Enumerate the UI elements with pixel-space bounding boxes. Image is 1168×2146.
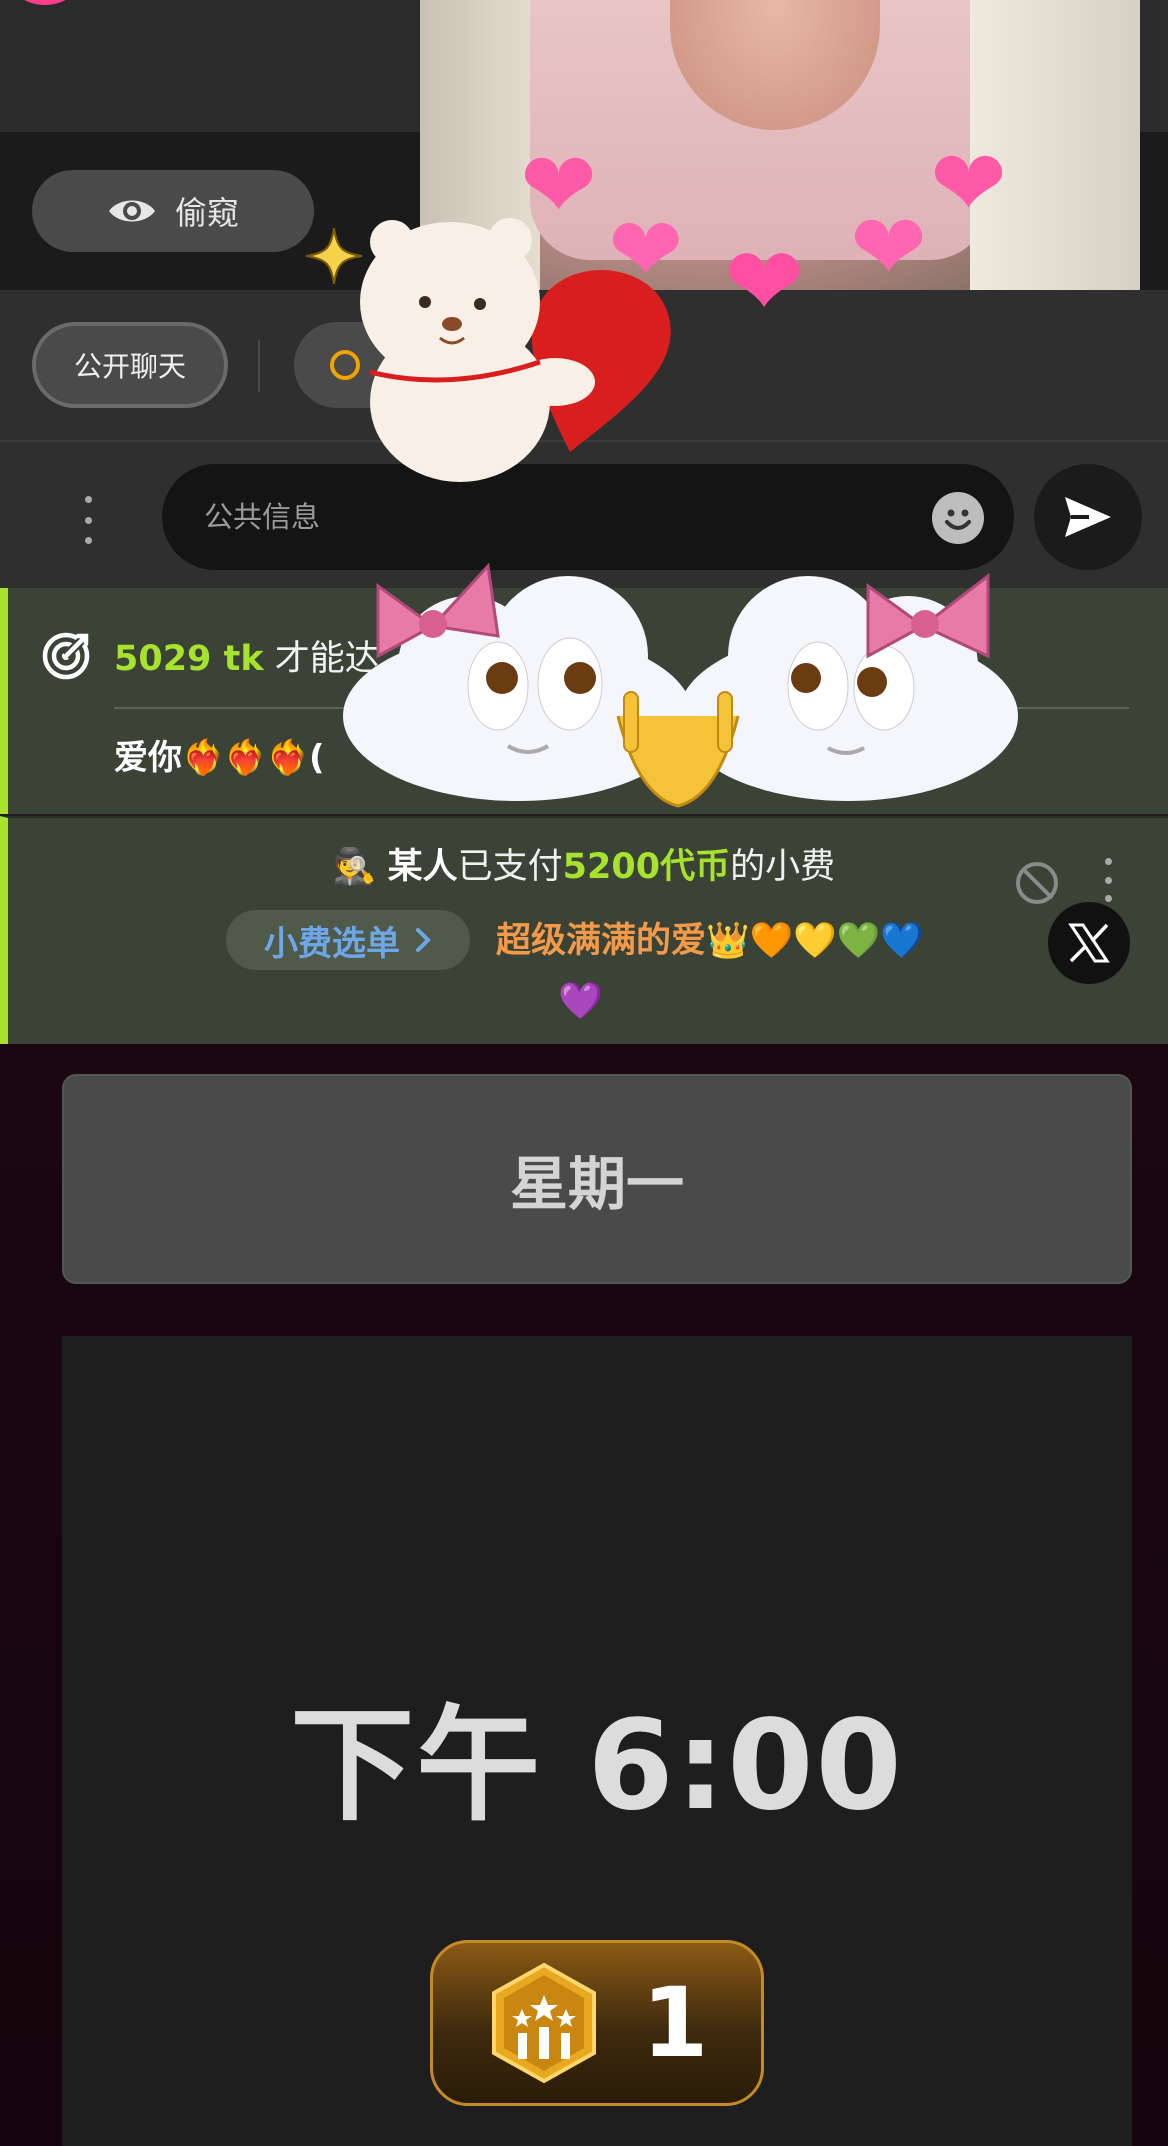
peek-button[interactable]: 偷窥 (32, 170, 314, 252)
x-logo-icon (1068, 923, 1110, 963)
eye-icon (108, 200, 155, 222)
schedule-time: 下午 6:00 (290, 1694, 904, 1838)
tip-more-options-icon[interactable] (1102, 858, 1114, 902)
tip-amount: 5200代币 (562, 847, 731, 887)
tip-sender: 某人 (387, 847, 458, 887)
tab-public-chat-label: 公开聊天 (73, 350, 186, 383)
tab-divider (258, 340, 260, 392)
tip-menu-item-cont: 💜 (558, 981, 603, 1022)
send-button[interactable] (1034, 464, 1142, 570)
goal-tokens: 5029 tk (114, 639, 264, 679)
tip-suffix: 的小费 (730, 847, 836, 887)
rank-badge[interactable]: 1 (430, 1940, 764, 2106)
target-icon (42, 632, 90, 680)
tip-menu-button[interactable]: 小费选单 (226, 910, 470, 970)
tip-menu-item: 超级满满的爱👑🧡💛💚💙 (496, 921, 924, 961)
heart-sticker-icon: ❤ (850, 194, 928, 301)
stream-page: 偷窥 公开聊天 (0, 0, 1168, 2146)
schedule-day: 星期一 (509, 1150, 684, 1218)
peek-button-label: 偷窥 (174, 194, 239, 232)
heart-sticker-icon: ❤ (520, 132, 598, 239)
tab-public-chat[interactable]: 公开聊天 (32, 322, 228, 408)
avatar[interactable] (0, 0, 90, 5)
heart-sticker-icon: ❤ (724, 226, 805, 338)
heart-sticker-icon: ❤ (930, 130, 1008, 237)
more-options-icon[interactable] (78, 496, 98, 544)
block-icon[interactable] (1016, 862, 1058, 904)
chevron-right-icon (416, 928, 431, 952)
emoji-icon[interactable] (932, 492, 984, 544)
tip-menu-label: 小费选单 (264, 923, 400, 964)
schedule-day-card: 星期一 (62, 1074, 1132, 1284)
public-message-input[interactable] (204, 494, 904, 540)
cloud-characters-icon (343, 562, 1018, 808)
send-icon (1065, 497, 1111, 537)
heart-sticker-icon: ❤ (608, 198, 684, 303)
tip-verb: 已支付 (457, 847, 563, 887)
goal-subtitle: 爱你❤️‍🔥❤️‍🔥❤️‍🔥( (114, 738, 325, 778)
x-social-button[interactable] (1048, 902, 1130, 984)
rank-number: 1 (641, 1967, 709, 2079)
incognito-icon: 🕵️ (332, 847, 377, 887)
rank-star-icon (491, 1962, 596, 2084)
tip-message-text: 🕵️ 某人已支付5200代币的小费 (0, 838, 1168, 889)
